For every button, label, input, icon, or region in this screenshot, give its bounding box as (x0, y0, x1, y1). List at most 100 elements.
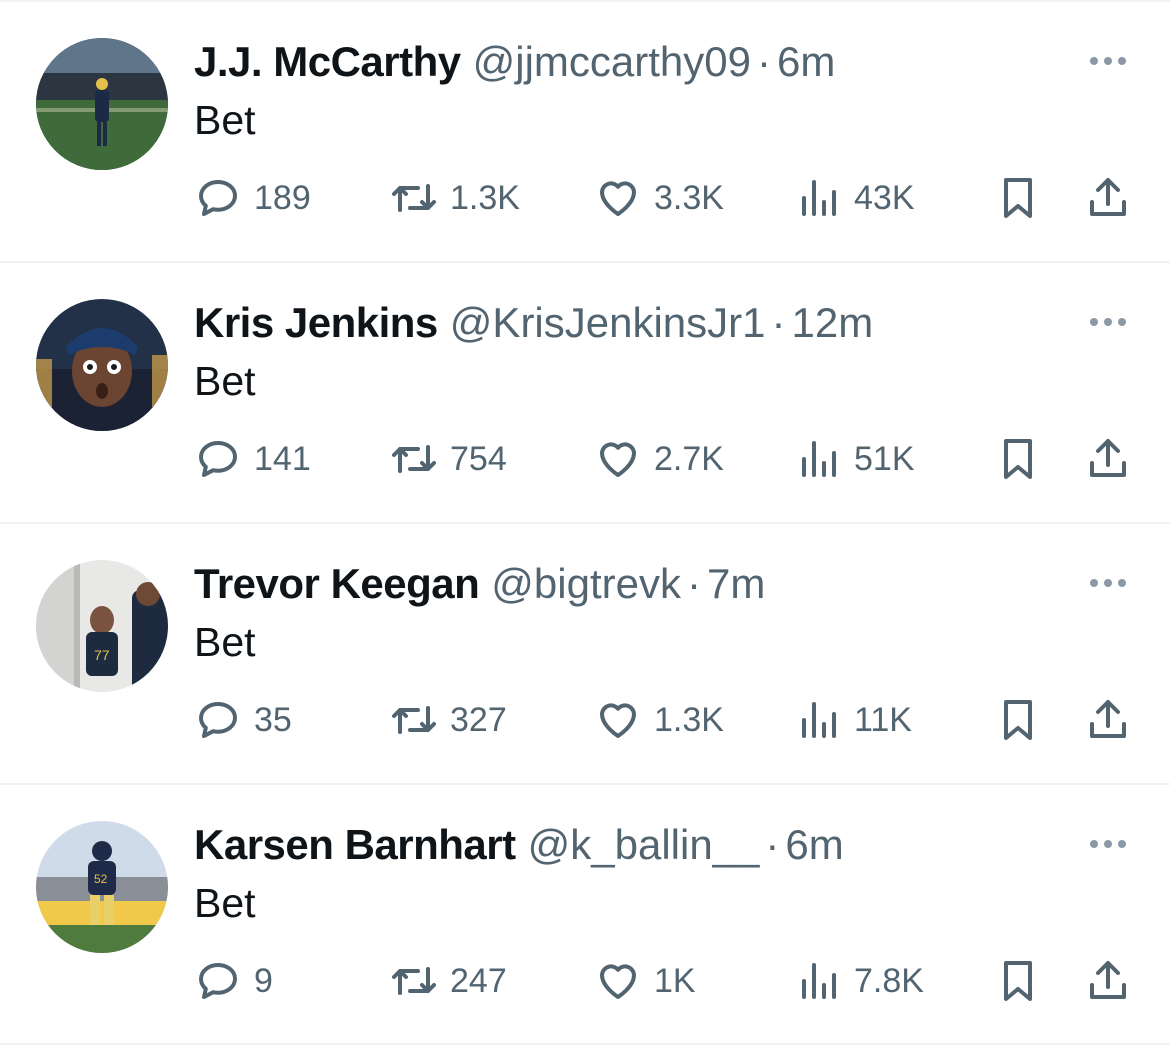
author-handle[interactable]: @bigtrevk (491, 560, 681, 607)
views-count: 51K (854, 440, 915, 478)
retweet-button[interactable]: 327 (390, 694, 507, 746)
reply-count: 189 (254, 179, 311, 217)
share-button[interactable] (1084, 172, 1132, 224)
avatar[interactable] (36, 38, 168, 170)
views-icon (802, 702, 836, 738)
avatar-image: 77 (36, 560, 168, 692)
reply-button[interactable]: 35 (194, 694, 292, 746)
share-icon (1090, 178, 1126, 216)
like-button[interactable]: 1K (594, 955, 696, 1007)
like-count: 1.3K (654, 701, 724, 739)
reply-count: 9 (254, 962, 273, 1000)
share-icon (1090, 439, 1126, 477)
retweet-button[interactable]: 1.3K (390, 172, 520, 224)
bookmark-button[interactable] (994, 172, 1042, 224)
tweet-item[interactable]: Kris Jenkins @KrisJenkinsJr1 · 12m Bet 141 … (0, 261, 1170, 521)
share-icon (1090, 961, 1126, 999)
svg-text:52: 52 (94, 872, 108, 886)
avatar[interactable]: 52 (36, 821, 168, 953)
reply-button[interactable]: 9 (194, 955, 273, 1007)
more-button[interactable] (1086, 568, 1130, 598)
bookmark-button[interactable] (994, 433, 1042, 485)
like-button[interactable]: 2.7K (594, 433, 724, 485)
tweet-text: Bet (194, 97, 256, 143)
views-icon (802, 441, 836, 477)
tweet-header: Trevor Keegan @bigtrevk · 7m (194, 560, 765, 608)
share-button[interactable] (1084, 955, 1132, 1007)
more-button[interactable] (1086, 46, 1130, 76)
author-handle[interactable]: @KrisJenkinsJr1 (450, 299, 766, 346)
timestamp[interactable]: 6m (777, 38, 835, 85)
like-button[interactable]: 3.3K (594, 172, 724, 224)
more-icon (1090, 579, 1126, 587)
like-count: 2.7K (654, 440, 724, 478)
svg-text:77: 77 (94, 647, 110, 663)
avatar-image (36, 299, 168, 431)
author-handle[interactable]: @k_ballin__ (528, 821, 760, 868)
reply-count: 141 (254, 440, 311, 478)
bookmark-icon (1004, 961, 1032, 1001)
views-count: 7.8K (854, 962, 924, 1000)
share-button[interactable] (1084, 694, 1132, 746)
like-count: 3.3K (654, 179, 724, 217)
reply-icon (199, 180, 237, 216)
reply-icon (199, 441, 237, 477)
views-button[interactable]: 51K (794, 433, 915, 485)
views-button[interactable]: 11K (794, 694, 912, 746)
retweet-icon (392, 706, 436, 734)
timestamp[interactable]: 12m (792, 299, 874, 346)
like-button[interactable]: 1.3K (594, 694, 724, 746)
views-count: 43K (854, 179, 915, 217)
like-count: 1K (654, 962, 696, 1000)
heart-icon (600, 964, 636, 999)
heart-icon (600, 442, 636, 477)
tweet-item[interactable]: 52 Karsen Barnhart @k_ballin__ · 6m Bet 9 2… (0, 783, 1170, 1045)
more-icon (1090, 57, 1126, 65)
views-icon (802, 180, 836, 216)
bookmark-button[interactable] (994, 694, 1042, 746)
retweet-button[interactable]: 247 (390, 955, 507, 1007)
avatar[interactable]: 77 (36, 560, 168, 692)
tweet-item[interactable]: J.J. McCarthy @jjmccarthy09 · 6m Bet 189 1.… (0, 0, 1170, 260)
more-icon (1090, 840, 1126, 848)
retweet-count: 1.3K (450, 179, 520, 217)
views-icon (802, 963, 836, 999)
tweet-actions: 9 247 1K 7.8K (194, 955, 1144, 1007)
retweet-count: 247 (450, 962, 507, 1000)
views-button[interactable]: 7.8K (794, 955, 924, 1007)
bookmark-icon (1004, 439, 1032, 479)
author-name[interactable]: J.J. McCarthy (194, 38, 461, 85)
views-button[interactable]: 43K (794, 172, 915, 224)
retweet-count: 754 (450, 440, 507, 478)
author-name[interactable]: Trevor Keegan (194, 560, 480, 607)
separator-dot: · (687, 560, 701, 607)
retweet-button[interactable]: 754 (390, 433, 507, 485)
timestamp[interactable]: 6m (785, 821, 843, 868)
tweet-text: Bet (194, 358, 256, 404)
reply-button[interactable]: 189 (194, 172, 311, 224)
reply-button[interactable]: 141 (194, 433, 311, 485)
timestamp[interactable]: 7m (707, 560, 765, 607)
tweet-text: Bet (194, 619, 256, 665)
share-icon (1090, 700, 1126, 738)
tweet-item[interactable]: 77 Trevor Keegan @bigtrevk · 7m Bet 35 327 (0, 522, 1170, 782)
bookmark-icon (1004, 178, 1032, 218)
retweet-count: 327 (450, 701, 507, 739)
share-button[interactable] (1084, 433, 1132, 485)
bookmark-button[interactable] (994, 955, 1042, 1007)
tweet-header: Kris Jenkins @KrisJenkinsJr1 · 12m (194, 299, 873, 347)
more-button[interactable] (1086, 307, 1130, 337)
author-handle[interactable]: @jjmccarthy09 (473, 38, 751, 85)
bookmark-icon (1004, 700, 1032, 740)
reply-icon (199, 963, 237, 999)
avatar[interactable] (36, 299, 168, 431)
avatar-image: 52 (36, 821, 168, 953)
author-name[interactable]: Karsen Barnhart (194, 821, 516, 868)
more-button[interactable] (1086, 829, 1130, 859)
tweet-header: Karsen Barnhart @k_ballin__ · 6m (194, 821, 844, 869)
reply-icon (199, 702, 237, 738)
tweet-actions: 141 754 2.7K 51K (194, 433, 1144, 485)
author-name[interactable]: Kris Jenkins (194, 299, 438, 346)
tweet-text: Bet (194, 880, 256, 926)
separator-dot: · (756, 38, 771, 85)
